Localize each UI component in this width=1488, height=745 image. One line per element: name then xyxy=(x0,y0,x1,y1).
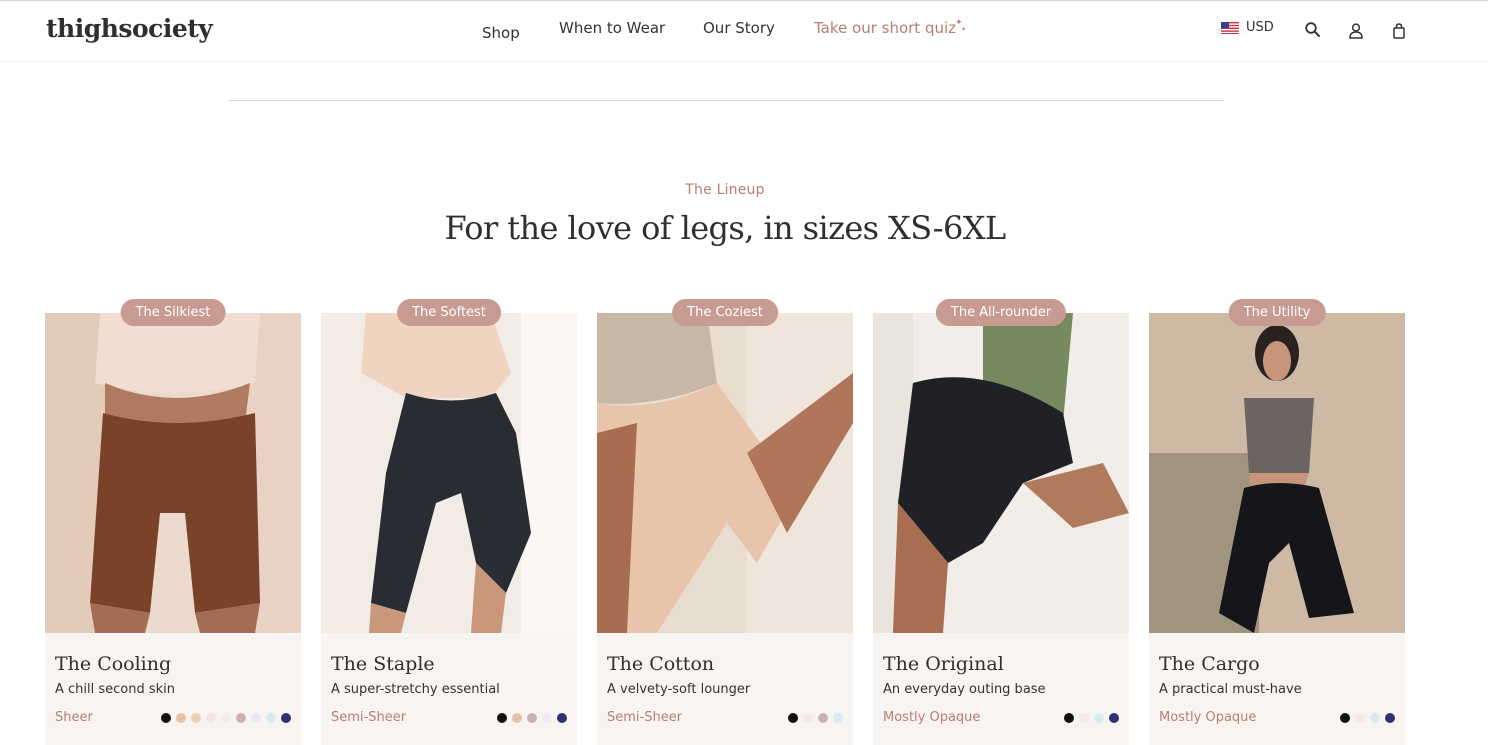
color-swatch[interactable] xyxy=(803,713,813,723)
site-header: thighsociety Shop When to Wear Our Story… xyxy=(0,1,1488,62)
product-info: The Original An everyday outing base Mos… xyxy=(873,633,1129,745)
product-description: A super-stretchy essential xyxy=(331,682,500,697)
color-swatch[interactable] xyxy=(512,713,522,723)
product-name[interactable]: The Original xyxy=(883,653,1004,675)
product-image[interactable] xyxy=(597,313,853,633)
color-swatch[interactable] xyxy=(206,713,216,723)
color-swatch[interactable] xyxy=(1385,713,1395,723)
color-swatch[interactable] xyxy=(788,713,798,723)
product-description: A practical must-have xyxy=(1159,682,1302,697)
color-swatch[interactable] xyxy=(161,713,171,723)
color-swatches xyxy=(161,713,291,723)
product-name[interactable]: The Cotton xyxy=(607,653,714,675)
currency-selector[interactable]: USD xyxy=(1221,20,1274,35)
color-swatch[interactable] xyxy=(527,713,537,723)
product-opacity: Sheer xyxy=(55,710,93,725)
cart-icon[interactable] xyxy=(1390,22,1408,40)
product-opacity: Semi-Sheer xyxy=(331,710,407,725)
color-swatch[interactable] xyxy=(1064,713,1074,723)
product-opacity: Semi-Sheer xyxy=(607,710,683,725)
nav-when-to-wear[interactable]: When to Wear xyxy=(559,19,665,37)
product-badge: The Softest xyxy=(397,299,501,326)
color-swatch[interactable] xyxy=(1355,713,1365,723)
sparkle-small-icon: ✦ xyxy=(961,26,967,33)
product-opacity: Mostly Opaque xyxy=(1159,710,1257,725)
color-swatch[interactable] xyxy=(1370,713,1380,723)
search-icon[interactable] xyxy=(1304,21,1322,39)
color-swatch[interactable] xyxy=(818,713,828,723)
color-swatches xyxy=(1064,713,1119,723)
logo[interactable]: thighsociety xyxy=(46,14,213,43)
section-headline: For the love of legs, in sizes XS-6XL xyxy=(444,209,1006,247)
color-swatch[interactable] xyxy=(1340,713,1350,723)
section-eyebrow: The Lineup xyxy=(685,182,765,198)
product-image[interactable] xyxy=(45,313,301,633)
product-name[interactable]: The Staple xyxy=(331,653,435,675)
color-swatch[interactable] xyxy=(251,713,261,723)
account-icon[interactable] xyxy=(1347,22,1365,40)
color-swatch[interactable] xyxy=(497,713,507,723)
product-info: The Staple A super-stretchy essential Se… xyxy=(321,633,577,745)
product-info: The Cargo A practical must-have Mostly O… xyxy=(1149,633,1405,745)
color-swatch[interactable] xyxy=(281,713,291,723)
product-badge: The Coziest xyxy=(672,299,778,326)
product-card[interactable]: The All-rounder The Original An everyday… xyxy=(873,299,1129,745)
product-image[interactable] xyxy=(873,313,1129,633)
color-swatch[interactable] xyxy=(266,713,276,723)
product-image[interactable] xyxy=(321,313,577,633)
product-badge: The All-rounder xyxy=(935,299,1067,326)
color-swatch[interactable] xyxy=(542,713,552,723)
color-swatch[interactable] xyxy=(191,713,201,723)
product-opacity: Mostly Opaque xyxy=(883,710,981,725)
product-image[interactable] xyxy=(1149,313,1405,633)
color-swatch[interactable] xyxy=(236,713,246,723)
currency-label: USD xyxy=(1246,20,1274,35)
color-swatch[interactable] xyxy=(833,713,843,723)
product-badge: The Utility xyxy=(1228,299,1326,326)
color-swatches xyxy=(788,713,843,723)
color-swatch[interactable] xyxy=(221,713,231,723)
product-info: The Cooling A chill second skin Sheer xyxy=(45,633,301,745)
product-description: An everyday outing base xyxy=(883,682,1046,697)
product-name[interactable]: The Cargo xyxy=(1159,653,1260,675)
product-name[interactable]: The Cooling xyxy=(55,653,171,675)
product-description: A chill second skin xyxy=(55,682,176,697)
product-description: A velvety-soft lounger xyxy=(607,682,751,697)
product-badge: The Silkiest xyxy=(120,299,226,326)
nav-shop[interactable]: Shop xyxy=(482,24,520,42)
nav-quiz[interactable]: Take our short quiz xyxy=(814,19,956,37)
color-swatches xyxy=(1340,713,1395,723)
product-card[interactable]: The Utility The Cargo A practical must-h… xyxy=(1149,299,1405,745)
product-card[interactable]: The Silkiest The Cooling A chill second … xyxy=(45,299,301,745)
nav-our-story[interactable]: Our Story xyxy=(703,19,775,37)
color-swatch[interactable] xyxy=(1109,713,1119,723)
color-swatches xyxy=(497,713,567,723)
us-flag-icon xyxy=(1221,21,1239,34)
section-divider xyxy=(228,100,1224,101)
color-swatch[interactable] xyxy=(1079,713,1089,723)
product-info: The Cotton A velvety-soft lounger Semi-S… xyxy=(597,633,853,745)
color-swatch[interactable] xyxy=(176,713,186,723)
product-card[interactable]: The Coziest The Cotton A velvety-soft lo… xyxy=(597,299,853,745)
product-card[interactable]: The Softest The Staple A super-stretchy … xyxy=(321,299,577,745)
color-swatch[interactable] xyxy=(1094,713,1104,723)
color-swatch[interactable] xyxy=(557,713,567,723)
